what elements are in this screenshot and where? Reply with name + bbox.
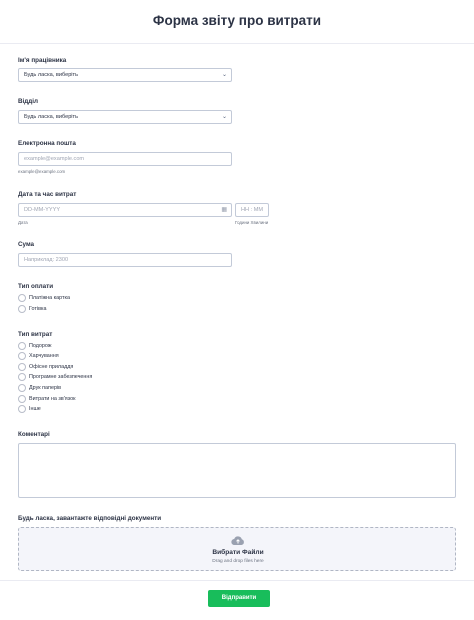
payment-option-label: Платіжна картка: [29, 295, 70, 301]
date-input[interactable]: DD-MM-YYYY ▦: [18, 203, 232, 217]
amount-label: Сума: [18, 241, 35, 248]
date-placeholder: DD-MM-YYYY: [24, 207, 61, 213]
payment-label: Тип оплати: [18, 283, 54, 290]
email-label: Електронна пошта: [18, 140, 76, 147]
department-select-value: Будь ласка, виберіть: [24, 114, 79, 120]
department-label: Відділ: [18, 98, 39, 105]
checkbox[interactable]: [18, 363, 26, 371]
time-input[interactable]: HH : MM: [235, 203, 269, 217]
email-field[interactable]: example@example.com: [18, 152, 232, 166]
radio-button[interactable]: [18, 294, 26, 302]
file-upload-dropzone[interactable]: Вибрати Файли Drag and drop files here: [18, 527, 456, 571]
radio-button[interactable]: [18, 305, 26, 313]
form-title: Форма звіту про витрати: [152, 13, 322, 28]
expense-option-label: Подорож: [29, 343, 52, 349]
time-sublabel: Години Хвилини: [235, 220, 269, 225]
expense-type-label: Тип витрат: [18, 331, 53, 338]
employee-select[interactable]: Будь ласка, виберіть ⌄: [18, 68, 232, 82]
upload-label: Будь ласка, завантажте відповідні докуме…: [18, 515, 162, 522]
calendar-icon[interactable]: ▦: [221, 204, 227, 216]
date-sublabel: Дата: [18, 220, 28, 225]
form-page: Форма звіту про витрати Ім'я працівника …: [0, 0, 474, 620]
email-placeholder: example@example.com: [24, 156, 85, 162]
employee-label: Ім'я працівника: [18, 57, 67, 64]
datetime-label: Дата та час витрат: [18, 191, 77, 198]
checkbox[interactable]: [18, 395, 26, 403]
upload-subtitle: Drag and drop files here: [212, 559, 264, 564]
footer-divider: [0, 580, 474, 581]
amount-field[interactable]: Наприклад: 2300: [18, 253, 232, 267]
expense-option-label: Офісне приладдя: [29, 364, 74, 370]
email-sublabel: example@example.com: [18, 169, 66, 174]
time-placeholder: HH : MM: [241, 207, 264, 213]
checkbox[interactable]: [18, 342, 26, 350]
expense-option-label: Харчування: [29, 353, 59, 359]
comments-textarea[interactable]: [18, 443, 456, 498]
upload-title[interactable]: Вибрати Файли: [19, 549, 457, 556]
submit-button[interactable]: Відправити: [208, 590, 270, 607]
employee-select-value: Будь ласка, виберіть: [24, 72, 79, 78]
chevron-down-icon: ⌄: [221, 114, 227, 120]
expense-option-label: Інше: [29, 406, 41, 412]
checkbox[interactable]: [18, 352, 26, 360]
form-header: Форма звіту про витрати: [0, 0, 474, 44]
amount-placeholder: Наприклад: 2300: [24, 257, 69, 263]
department-select[interactable]: Будь ласка, виберіть ⌄: [18, 110, 232, 124]
checkbox[interactable]: [18, 405, 26, 413]
payment-option-label: Готівка: [29, 306, 47, 312]
expense-option-label: Друк паперів: [29, 385, 62, 391]
expense-option-label: Програмне забезпечення: [29, 374, 93, 380]
comments-label: Коментарі: [18, 431, 50, 438]
chevron-down-icon: ⌄: [221, 72, 227, 78]
expense-option-label: Витрати на зв'язок: [29, 396, 76, 402]
checkbox[interactable]: [18, 384, 26, 392]
checkbox[interactable]: [18, 373, 26, 381]
